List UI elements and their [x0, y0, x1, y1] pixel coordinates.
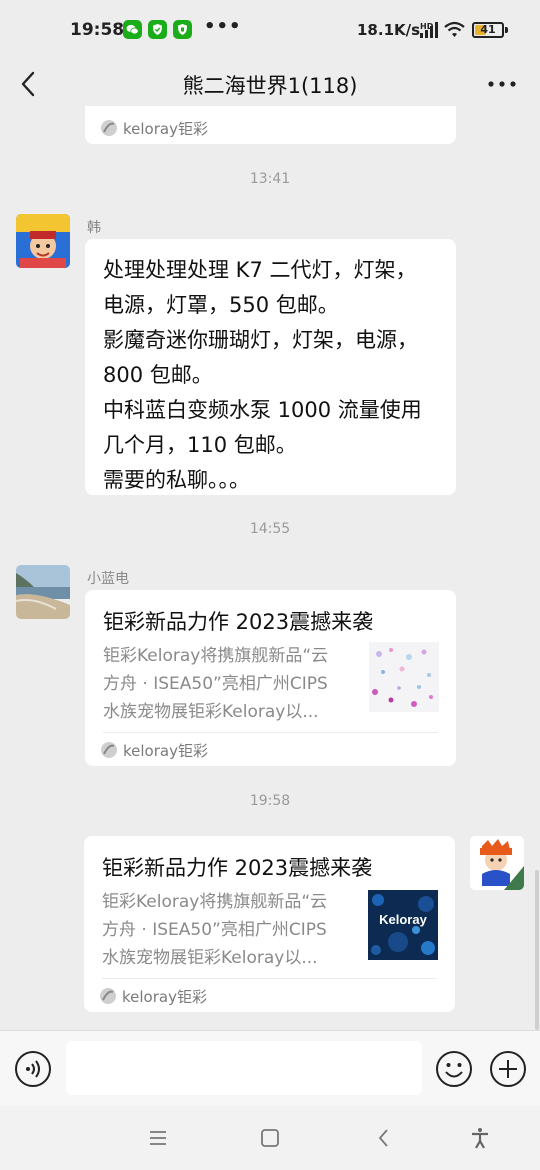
keloray-logo-icon	[100, 988, 116, 1004]
card-source-name: keloray钜彩	[123, 742, 208, 760]
card-source-name: keloray钜彩	[123, 120, 208, 138]
battery-icon: 41	[472, 22, 508, 38]
shield-icon	[148, 20, 167, 39]
timestamp: 19:58	[249, 793, 291, 809]
card-title: 钜彩新品力作 2023震撼来袭	[103, 610, 374, 634]
chat-header: 熊二海世界1(118)	[0, 62, 540, 106]
message-line: 800 包邮。	[103, 363, 213, 387]
system-nav-bar	[0, 1106, 540, 1170]
menu-icon[interactable]	[146, 1126, 170, 1150]
chat-title: 熊二海世界1(118)	[182, 74, 358, 98]
avatar[interactable]	[470, 836, 524, 890]
message-line: 处理处理处理 K7 二代灯，灯架，	[103, 258, 417, 282]
card-description: 钜彩Keloray将携旗舰新品“云 方舟 · ISEA50”亮相广州CIPS 水…	[102, 888, 350, 972]
input-bar	[0, 1030, 540, 1106]
message-line: 几个月，110 包邮。	[103, 433, 297, 457]
avatar[interactable]	[16, 214, 70, 268]
message-line: 需要的私聊。。。	[103, 468, 250, 492]
status-time: 19:58	[70, 20, 125, 40]
sender-name: 小蓝电	[87, 571, 129, 587]
card-description-line: 水族宠物展钜彩Keloray以...	[103, 702, 319, 722]
status-bar: 19:58 ••• 18.1K/sHD 41	[0, 0, 540, 62]
message-card-top[interactable]: keloray钜彩	[85, 106, 456, 144]
wifi-icon	[444, 21, 465, 37]
thumbnail-brand-text: Keloray	[379, 912, 427, 927]
card-description: 钜彩Keloray将携旗舰新品“云 方舟 · ISEA50”亮相广州CIPS 水…	[103, 642, 351, 726]
card-description-line: 方舟 · ISEA50”亮相广州CIPS	[102, 920, 327, 940]
signal-icon	[420, 22, 438, 38]
message-line: 电源，灯罩，550 包邮。	[103, 293, 339, 317]
back-icon[interactable]	[372, 1126, 396, 1150]
accessibility-icon[interactable]	[468, 1126, 492, 1150]
voice-icon[interactable]	[14, 1050, 52, 1088]
keloray-logo-icon	[101, 120, 117, 136]
sender-name: 韩	[87, 220, 101, 236]
battery-level: 41	[480, 23, 496, 36]
emoji-icon[interactable]	[435, 1050, 473, 1088]
shield-icon	[173, 20, 192, 39]
status-more-dots: •••	[204, 16, 242, 37]
card-description-line: 钜彩Keloray将携旗舰新品“云	[103, 646, 329, 666]
scrollbar[interactable]	[535, 870, 539, 1030]
card-description-line: 方舟 · ISEA50”亮相广州CIPS	[103, 674, 328, 694]
message-bubble[interactable]: 处理处理处理 K7 二代灯，灯架， 电源，灯罩，550 包邮。 影魔奇迷你珊瑚灯…	[85, 239, 456, 495]
timestamp: 14:55	[249, 521, 291, 537]
card-description-line: 钜彩Keloray将携旗舰新品“云	[102, 892, 328, 912]
link-card[interactable]: 钜彩新品力作 2023震撼来袭 钜彩Keloray将携旗舰新品“云 方舟 · I…	[84, 836, 455, 1012]
link-card[interactable]: 钜彩新品力作 2023震撼来袭 钜彩Keloray将携旗舰新品“云 方舟 · I…	[85, 590, 456, 766]
avatar[interactable]	[16, 565, 70, 619]
message-text: 处理处理处理 K7 二代灯，灯架， 电源，灯罩，550 包邮。 影魔奇迷你珊瑚灯…	[85, 239, 456, 498]
home-icon[interactable]	[258, 1126, 282, 1150]
card-divider	[102, 978, 437, 979]
timestamp: 13:41	[249, 171, 291, 187]
message-list[interactable]: keloray钜彩 13:41 韩 处理处理处理 K7 二代灯，灯架， 电源，灯…	[0, 106, 540, 1030]
card-description-line: 水族宠物展钜彩Keloray以...	[102, 948, 318, 968]
card-thumbnail	[369, 642, 439, 712]
card-divider	[103, 732, 438, 733]
card-source-name: keloray钜彩	[122, 988, 207, 1006]
more-icon[interactable]	[484, 68, 520, 100]
plus-icon[interactable]	[489, 1050, 527, 1088]
wechat-icon	[123, 20, 142, 39]
message-line: 中科蓝白变频水泵 1000 流量使用	[103, 398, 422, 422]
keloray-logo-icon	[101, 742, 117, 758]
message-input[interactable]	[66, 1041, 422, 1095]
message-line: 影魔奇迷你珊瑚灯，灯架，电源，	[103, 328, 418, 352]
card-title: 钜彩新品力作 2023震撼来袭	[102, 856, 373, 880]
battery-cap	[505, 27, 508, 33]
card-thumbnail: Keloray	[368, 890, 438, 960]
